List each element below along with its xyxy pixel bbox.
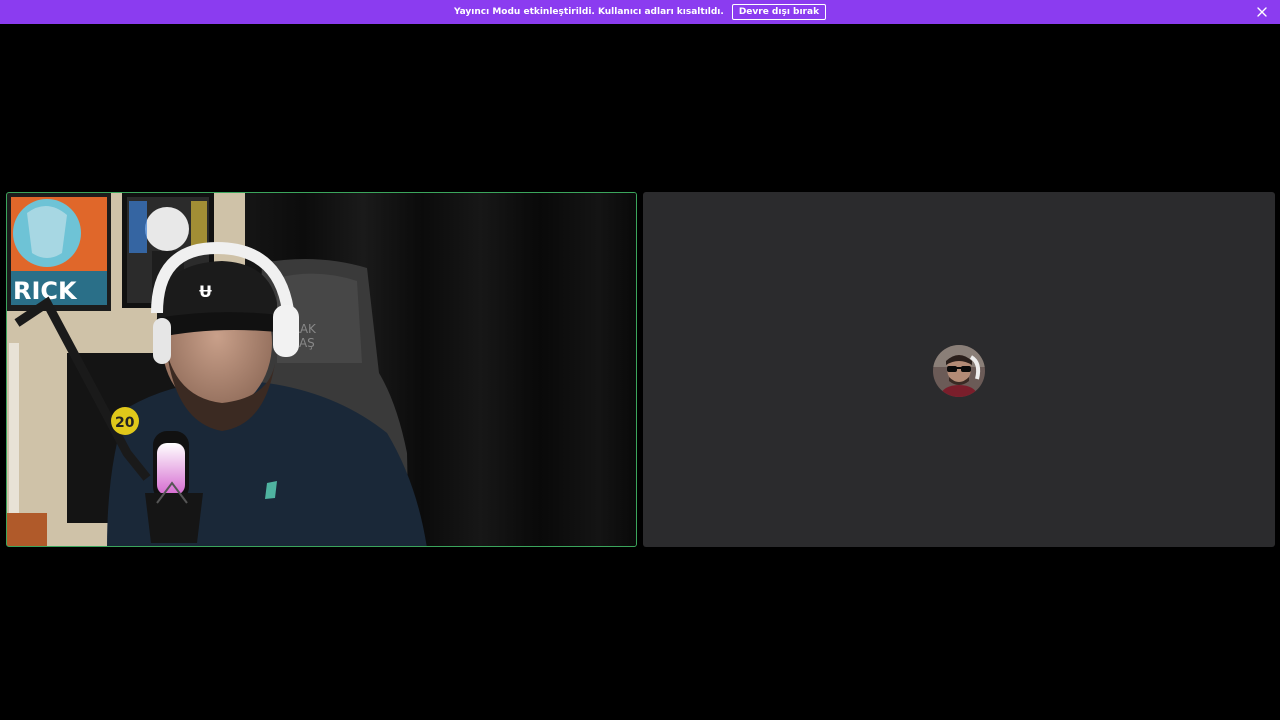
avatar	[933, 344, 985, 397]
participant-video-feed: RICK RAK LAŞ Ʉ 20	[7, 193, 636, 546]
disable-streamer-mode-button[interactable]: Devre dışı bırak	[731, 4, 827, 20]
close-icon[interactable]	[1254, 4, 1270, 20]
participant-avatar-tile[interactable]	[643, 192, 1275, 547]
streamer-mode-banner: Yayıncı Modu etkinleştirildi. Kullanıcı …	[0, 0, 1280, 24]
streamer-mode-message: Yayıncı Modu etkinleştirildi. Kullanıcı …	[453, 7, 724, 17]
participant-video-tile[interactable]: RICK RAK LAŞ Ʉ 20	[6, 192, 637, 547]
svg-text:Ʉ: Ʉ	[199, 282, 212, 301]
mic-sticker-text: 20	[115, 415, 135, 431]
